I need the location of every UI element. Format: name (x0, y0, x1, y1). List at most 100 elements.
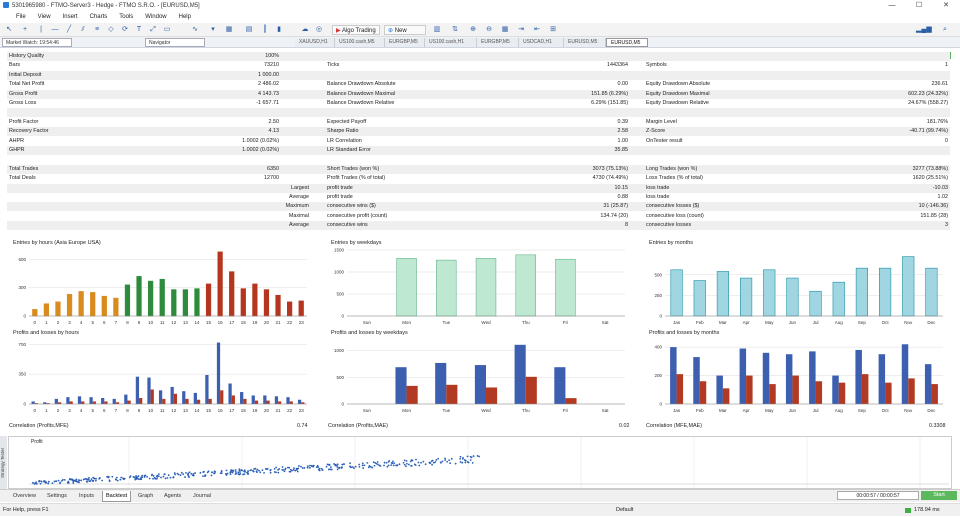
scatter-point (47, 482, 50, 485)
menu-tools[interactable]: Tools (119, 14, 133, 20)
tab-journal[interactable]: Journal (190, 491, 214, 502)
y-tick-label: 0 (659, 314, 662, 319)
y-tick-label: 0 (23, 314, 26, 319)
y-tick-label: 700 (18, 342, 26, 347)
tester-icon[interactable]: ⊞ (548, 25, 558, 35)
bar (763, 269, 776, 317)
market-watch-tab[interactable]: Market Watch: 19:54:46 (2, 38, 72, 47)
vertical-line-icon[interactable]: | (36, 25, 46, 35)
profit-bar (89, 397, 93, 404)
text-icon[interactable]: T (134, 25, 144, 35)
timeframes-icon[interactable]: ▾ (208, 25, 218, 35)
cycle-icon[interactable]: ⟳ (120, 25, 130, 35)
entries-by-hours-svg: 03006000 1 2 3 4 5 6 7 8 9 10 11 12 13 14 15 16 17 18 19 20 2… (18, 251, 307, 325)
report-label: LR Standard Error (327, 147, 371, 153)
bar (739, 277, 753, 317)
zoom-out-icon[interactable]: ⊖ (484, 25, 494, 35)
y-tick-label: 0 (659, 402, 662, 407)
scatter-point (289, 470, 292, 473)
navigator-tab[interactable]: Navigator (145, 38, 205, 47)
arrows-icon[interactable]: ⤢ (148, 25, 158, 35)
chart-tab-usdcad[interactable]: USDCAD,H1 (519, 38, 564, 47)
report-label: Symbols (646, 62, 667, 69)
minimize-button[interactable]: — (878, 0, 906, 11)
tab-agents[interactable]: Agents (161, 491, 184, 502)
scatter-point (57, 479, 60, 482)
x-tick-label: Sun (363, 408, 372, 413)
corr-profits-mfe-label: Correlation (Profits,MFE) (9, 423, 69, 429)
shapes-icon[interactable]: ◇ (106, 25, 116, 35)
horizontal-line-icon[interactable]: — (50, 25, 60, 35)
chart-tab-us100-m5[interactable]: US100.cash,M5 (335, 38, 385, 47)
scroll-chart-icon[interactable]: ⇥ (516, 25, 526, 35)
search-icon[interactable]: ⌕ (940, 25, 950, 35)
tab-settings[interactable]: Settings (44, 491, 70, 502)
menu-charts[interactable]: Charts (90, 14, 108, 20)
menu-view[interactable]: View (38, 14, 51, 20)
bar (90, 292, 96, 317)
chart-tab-xauusd[interactable]: XAUUSD,H1 (295, 38, 335, 47)
chart-tab-eurusd-active[interactable]: EURUSD,M5 (606, 38, 648, 47)
loss-bar (406, 385, 418, 404)
chart-tab-eurgbp-2[interactable]: EURGBP,M5 (477, 38, 519, 47)
chart-tab-us100-h1[interactable]: US100.cash,H1 (425, 38, 477, 47)
profits-losses-by-hours-chart: Profits and losses by hours 0 350 700 0 1 2 3 4… (7, 330, 317, 416)
maximize-button[interactable]: ☐ (905, 0, 933, 11)
chart-tab-eurusd[interactable]: EURUSD,M5 (564, 38, 606, 47)
cloud-icon[interactable]: ☁ (300, 25, 310, 35)
scatter-point (32, 481, 34, 484)
menu-window[interactable]: Window (145, 14, 166, 20)
cursor-icon[interactable]: ↖ (4, 25, 14, 35)
chart-bars-icon[interactable]: ┃ (260, 25, 270, 35)
zoom-in-icon[interactable]: ⊕ (468, 25, 478, 35)
x-tick-label: Sat (602, 320, 610, 325)
fibonacci-icon[interactable]: ≡ (92, 25, 102, 35)
signals-icon[interactable]: ◎ (314, 25, 324, 35)
report-label: History Quality (9, 53, 45, 59)
menu-file[interactable]: File (16, 14, 26, 20)
crosshair-icon[interactable]: + (20, 25, 30, 35)
autoscroll-icon[interactable]: ⇤ (532, 25, 542, 35)
chart-candles-icon[interactable]: ▮ (274, 25, 284, 35)
indicators-icon[interactable]: ∿ (190, 25, 200, 35)
start-button[interactable]: Start (921, 491, 957, 500)
profit-bar (855, 349, 862, 404)
scatter-point (405, 465, 407, 468)
scatter-point (119, 478, 122, 481)
report-value: 3 (945, 222, 948, 229)
loss-bar (208, 398, 212, 404)
profiles-icon[interactable]: ▤ (244, 25, 254, 35)
x-tick-label: 7 (115, 408, 118, 413)
trendline-icon[interactable]: ╱ (64, 25, 74, 35)
tab-backtest[interactable]: Backtest (102, 491, 132, 502)
scatter-point (67, 480, 70, 483)
tab-overview[interactable]: Overview (10, 491, 39, 502)
buy-sell-icon[interactable]: ⇅ (450, 25, 460, 35)
templates-icon[interactable]: ▦ (224, 25, 234, 35)
strategy-tester-side-tab[interactable]: Strategy Tester (0, 436, 7, 489)
report-row: Total Trades 6350 Short Trades (won %) 3073… (7, 164, 950, 174)
close-button[interactable]: ✕ (932, 0, 960, 11)
scatter-point (275, 471, 277, 474)
signal-strength-icon: ▂▄▆ (916, 26, 932, 33)
tile-windows-icon[interactable]: ▦ (500, 25, 510, 35)
scatter-point (434, 461, 437, 463)
report-value: 2.50 (268, 118, 280, 125)
menu-help[interactable]: Help (179, 14, 191, 20)
report-value: 3073 (75.13%) (592, 165, 628, 172)
chart-tab-eurgbp[interactable]: EURGBP,M5 (385, 38, 425, 47)
algo-trading-button[interactable]: ▶ Algo Trading (332, 25, 380, 35)
scatter-point (206, 471, 209, 474)
menu-insert[interactable]: Insert (63, 14, 78, 20)
scatter-point (403, 463, 406, 466)
new-order-button[interactable]: ⊕ New Order (384, 25, 426, 44)
tab-graph[interactable]: Graph (135, 491, 156, 502)
channel-icon[interactable]: ⫽ (78, 25, 88, 35)
label-icon[interactable]: ▭ (162, 25, 172, 35)
depth-of-market-icon[interactable]: ▥ (432, 25, 442, 35)
report-value: 31 (25.87) (603, 203, 628, 210)
scatter-point (39, 482, 42, 485)
tab-inputs[interactable]: Inputs (76, 491, 97, 502)
scatter-point (238, 469, 241, 472)
scatter-point (337, 467, 340, 469)
